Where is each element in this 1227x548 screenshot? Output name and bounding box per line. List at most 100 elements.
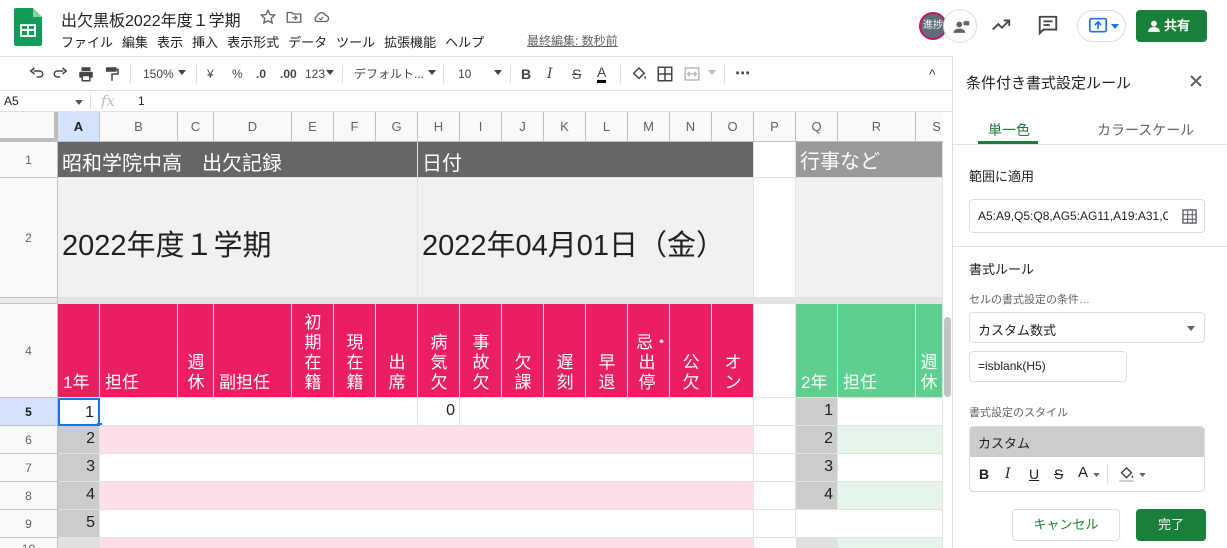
header-assistant[interactable]: 副担任 bbox=[214, 304, 292, 398]
row6-cells[interactable] bbox=[100, 426, 754, 454]
cell-p7[interactable] bbox=[754, 454, 796, 482]
style-underline-button[interactable]: U bbox=[1029, 466, 1039, 482]
cell-p9[interactable] bbox=[754, 510, 796, 538]
term-cell[interactable]: 2022年度１学期 bbox=[58, 178, 418, 298]
column-header-c[interactable]: C bbox=[178, 112, 214, 142]
menu-data[interactable]: データ bbox=[288, 32, 327, 50]
star-icon[interactable] bbox=[259, 8, 277, 26]
header-current-enrolled[interactable]: 現在籍 bbox=[334, 304, 376, 398]
menu-extensions[interactable]: 拡張機能 bbox=[384, 32, 436, 50]
column-header-f[interactable]: F bbox=[334, 112, 376, 142]
borders-icon[interactable] bbox=[656, 65, 674, 83]
condition-select[interactable]: カスタム数式 bbox=[969, 312, 1205, 343]
row9-grade2-cells[interactable] bbox=[796, 510, 943, 538]
menu-view[interactable]: 表示 bbox=[157, 32, 183, 50]
increase-decimal-button[interactable]: .00 bbox=[280, 65, 297, 83]
row-header-4[interactable]: 4 bbox=[0, 304, 58, 398]
menu-file[interactable]: ファイル bbox=[61, 32, 113, 50]
header-grade-1[interactable]: 1年 bbox=[58, 304, 100, 398]
name-box[interactable]: A5 bbox=[4, 94, 19, 108]
grade1-number-cell[interactable]: 5 bbox=[58, 510, 100, 538]
cell-p5[interactable] bbox=[754, 398, 796, 426]
header-homeroom[interactable]: 担任 bbox=[100, 304, 178, 398]
events-cell[interactable] bbox=[796, 178, 943, 298]
date-cell[interactable]: 2022年04月01日（金） bbox=[418, 178, 754, 298]
grade2-number-cell[interactable]: 1 bbox=[796, 398, 838, 426]
column-header-m[interactable]: M bbox=[628, 112, 670, 142]
font-size-select[interactable]: 10 bbox=[458, 65, 471, 83]
document-title[interactable]: 出欠黒板2022年度１学期 bbox=[61, 7, 241, 31]
presence-button[interactable] bbox=[943, 9, 977, 43]
bold-button[interactable]: B bbox=[521, 65, 531, 83]
column-header-b[interactable]: B bbox=[100, 112, 178, 142]
strikethrough-button[interactable]: S bbox=[572, 65, 581, 83]
row-header-1[interactable]: 1 bbox=[0, 142, 58, 178]
menu-tools[interactable]: ツール bbox=[336, 32, 375, 50]
number-format-select[interactable]: 123 bbox=[305, 65, 325, 83]
range-input[interactable]: A5:A9,Q5:Q8,AG5:AG11,A19:A31,C bbox=[969, 199, 1205, 233]
header-online[interactable]: オン bbox=[712, 304, 754, 398]
zoom-select[interactable]: 150% bbox=[143, 65, 174, 83]
vertical-scrollbar[interactable] bbox=[943, 112, 952, 548]
events-label-cell[interactable]: 行事など bbox=[796, 142, 943, 178]
grade2-number-cell[interactable] bbox=[796, 538, 838, 548]
row8-grade2-cells[interactable] bbox=[838, 482, 943, 510]
menu-insert[interactable]: 挿入 bbox=[192, 32, 218, 50]
column-header-o[interactable]: O bbox=[712, 112, 754, 142]
comment-icon[interactable] bbox=[1037, 14, 1059, 36]
row-header-10[interactable]: 10 bbox=[0, 538, 58, 548]
column-header-k[interactable]: K bbox=[544, 112, 586, 142]
column-header-a[interactable]: A bbox=[58, 112, 100, 142]
present-button[interactable] bbox=[1077, 10, 1126, 42]
column-header-q[interactable]: Q bbox=[796, 112, 838, 142]
cloud-icon[interactable] bbox=[312, 8, 330, 26]
date-label-cell[interactable]: 日付 bbox=[418, 142, 754, 178]
cell-h5[interactable]: 0 bbox=[418, 398, 460, 426]
tab-single-color[interactable]: 単一色 bbox=[988, 120, 1030, 140]
grade1-number-cell[interactable] bbox=[58, 538, 100, 548]
tab-color-scale[interactable]: カラースケール bbox=[1097, 120, 1194, 140]
grade1-number-cell[interactable]: 4 bbox=[58, 482, 100, 510]
column-header-l[interactable]: L bbox=[586, 112, 628, 142]
scrollbar-thumb[interactable] bbox=[944, 317, 951, 397]
row-header-8[interactable]: 8 bbox=[0, 482, 58, 510]
grid-select-icon[interactable] bbox=[1182, 209, 1197, 224]
cell-p4[interactable] bbox=[754, 304, 796, 398]
header-late[interactable]: 遅刻 bbox=[544, 304, 586, 398]
row9-cells[interactable] bbox=[100, 510, 754, 538]
column-header-p[interactable]: P bbox=[754, 112, 796, 142]
row-header-2[interactable]: 2 bbox=[0, 178, 58, 298]
menu-format[interactable]: 表示形式 bbox=[227, 32, 279, 50]
cell-p6[interactable] bbox=[754, 426, 796, 454]
last-edit-link[interactable]: 最終編集: 数秒前 bbox=[527, 32, 618, 49]
currency-button[interactable]: ¥ bbox=[207, 65, 214, 83]
style-bold-button[interactable]: B bbox=[979, 466, 989, 482]
style-text-color-button[interactable]: A bbox=[1078, 464, 1088, 481]
header-class-absence[interactable]: 欠課 bbox=[502, 304, 544, 398]
row8-cells[interactable] bbox=[100, 482, 754, 510]
cell-p2[interactable] bbox=[754, 178, 796, 298]
move-folder-icon[interactable] bbox=[285, 8, 303, 26]
grade2-number-cell[interactable]: 2 bbox=[796, 426, 838, 454]
decrease-decimal-button[interactable]: .0 bbox=[256, 65, 266, 83]
redo-icon[interactable] bbox=[52, 65, 70, 83]
fill-color-icon[interactable] bbox=[1118, 465, 1135, 482]
font-select[interactable]: デフォルト... bbox=[354, 65, 424, 83]
title-cell[interactable]: 昭和学院中高 出欠記録 bbox=[58, 142, 418, 178]
row5-cells-i-o[interactable] bbox=[460, 398, 754, 426]
menu-edit[interactable]: 編集 bbox=[122, 32, 148, 50]
column-header-i[interactable]: I bbox=[460, 112, 502, 142]
column-header-g[interactable]: G bbox=[376, 112, 418, 142]
header-accident-absence[interactable]: 事故欠 bbox=[460, 304, 502, 398]
cancel-button[interactable]: キャンセル bbox=[1012, 509, 1120, 541]
column-header-h[interactable]: H bbox=[418, 112, 460, 142]
merge-icon[interactable] bbox=[683, 65, 701, 83]
header-sick-absence[interactable]: 病気欠 bbox=[418, 304, 460, 398]
trend-icon[interactable] bbox=[990, 14, 1012, 36]
grade1-number-cell[interactable]: 3 bbox=[58, 454, 100, 482]
style-strike-button[interactable]: S bbox=[1054, 466, 1063, 482]
percent-button[interactable]: % bbox=[232, 65, 243, 83]
close-icon[interactable] bbox=[1189, 74, 1203, 88]
header-initial-enrolled[interactable]: 初期在籍 bbox=[292, 304, 334, 398]
header-weekly-off-2[interactable]: 週休 bbox=[916, 304, 943, 398]
